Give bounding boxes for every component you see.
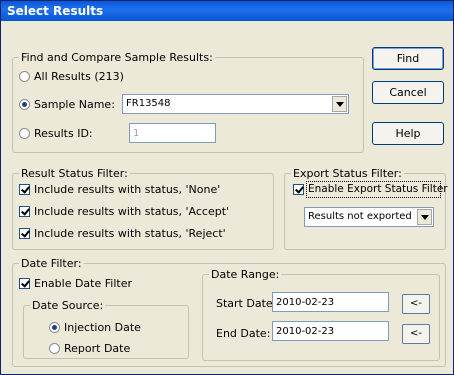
export-status-dropdown[interactable]: Results not exported (304, 207, 434, 227)
results-id-input[interactable] (129, 123, 216, 143)
sample-name-value: FR13548 (126, 98, 171, 109)
end-date-picker-button[interactable]: <- (402, 324, 430, 344)
results-id-label[interactable]: Results ID: (34, 127, 93, 140)
injection-date-label[interactable]: Injection Date (64, 321, 141, 334)
sample-name-radio[interactable] (19, 99, 30, 110)
status-none-checkbox[interactable] (19, 184, 30, 195)
select-results-dialog: Select Results Find and Compare Sample R… (0, 0, 454, 375)
report-date-label[interactable]: Report Date (64, 342, 130, 355)
start-date-picker-button[interactable]: <- (402, 294, 430, 314)
start-date-label: Start Date: (216, 297, 277, 310)
status-none-label[interactable]: Include results with status, 'None' (34, 183, 220, 196)
status-reject-label[interactable]: Include results with status, 'Reject' (34, 227, 226, 240)
sample-name-dropdown-button[interactable] (332, 96, 347, 112)
cancel-button-label: Cancel (389, 86, 427, 99)
status-accept-checkbox[interactable] (19, 206, 30, 217)
find-compare-legend: Find and Compare Sample Results: (19, 51, 215, 64)
all-results-radio[interactable] (19, 71, 30, 82)
export-status-filter-legend: Export Status Filter: (291, 167, 404, 180)
date-filter-legend: Date Filter: (19, 257, 84, 270)
title-bar[interactable]: Select Results (1, 1, 453, 21)
enable-date-filter-checkbox[interactable] (19, 278, 30, 289)
enable-date-filter-label[interactable]: Enable Date Filter (34, 277, 132, 290)
start-date-input[interactable] (272, 292, 389, 312)
sample-name-combobox[interactable]: FR13548 (122, 94, 349, 114)
arrow-left-icon: <- (410, 328, 422, 339)
date-source-group: Date Source: Injection Date Report Date (23, 299, 189, 359)
enable-export-filter-label[interactable]: Enable Export Status Filter (308, 183, 448, 196)
find-button-label: Find (396, 52, 420, 65)
end-date-input[interactable] (272, 321, 389, 341)
end-date-label: End Date: (216, 327, 271, 340)
date-range-legend: Date Range: (209, 268, 282, 281)
all-results-label[interactable]: All Results (213) (34, 70, 124, 83)
status-reject-checkbox[interactable] (19, 228, 30, 239)
export-status-filter-group: Export Status Filter: Enable Export Stat… (284, 167, 448, 250)
status-accept-label[interactable]: Include results with status, 'Accept' (34, 205, 229, 218)
enable-export-filter-checkbox[interactable] (293, 184, 304, 195)
find-button[interactable]: Find (372, 47, 444, 70)
window-title: Select Results (7, 4, 104, 18)
report-date-radio[interactable] (49, 343, 60, 354)
date-source-legend: Date Source: (30, 299, 106, 312)
results-id-radio[interactable] (19, 128, 30, 139)
date-range-group: Date Range: Start Date: <- End Date: <- (202, 268, 440, 361)
result-status-filter-legend: Result Status Filter: (19, 167, 130, 180)
help-button-label: Help (395, 127, 421, 140)
export-status-dropdown-button[interactable] (417, 209, 432, 225)
injection-date-radio[interactable] (49, 322, 60, 333)
help-button[interactable]: Help (372, 122, 444, 145)
result-status-filter-group: Result Status Filter: Include results wi… (12, 167, 274, 250)
export-status-value: Results not exported (308, 211, 412, 222)
find-compare-group: Find and Compare Sample Results: All Res… (12, 51, 364, 153)
date-filter-group: Date Filter: Enable Date Filter Date Sou… (12, 257, 446, 367)
cancel-button[interactable]: Cancel (372, 81, 444, 104)
arrow-left-icon: <- (410, 298, 422, 309)
sample-name-label[interactable]: Sample Name: (34, 98, 115, 111)
